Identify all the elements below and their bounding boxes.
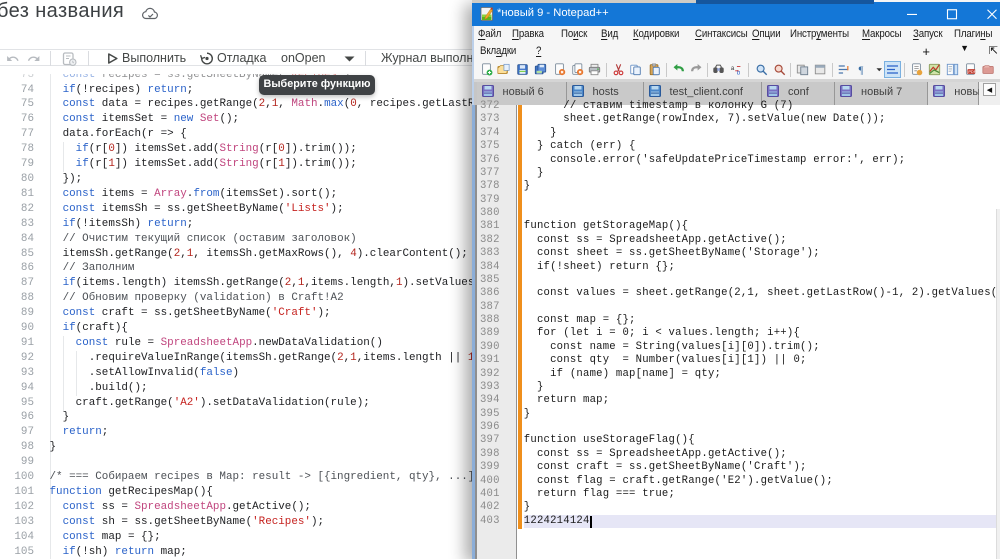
svg-text:¶: ¶ [859,65,864,76]
svg-text:PDF: PDF [968,69,976,74]
svg-text:a: a [730,65,734,71]
